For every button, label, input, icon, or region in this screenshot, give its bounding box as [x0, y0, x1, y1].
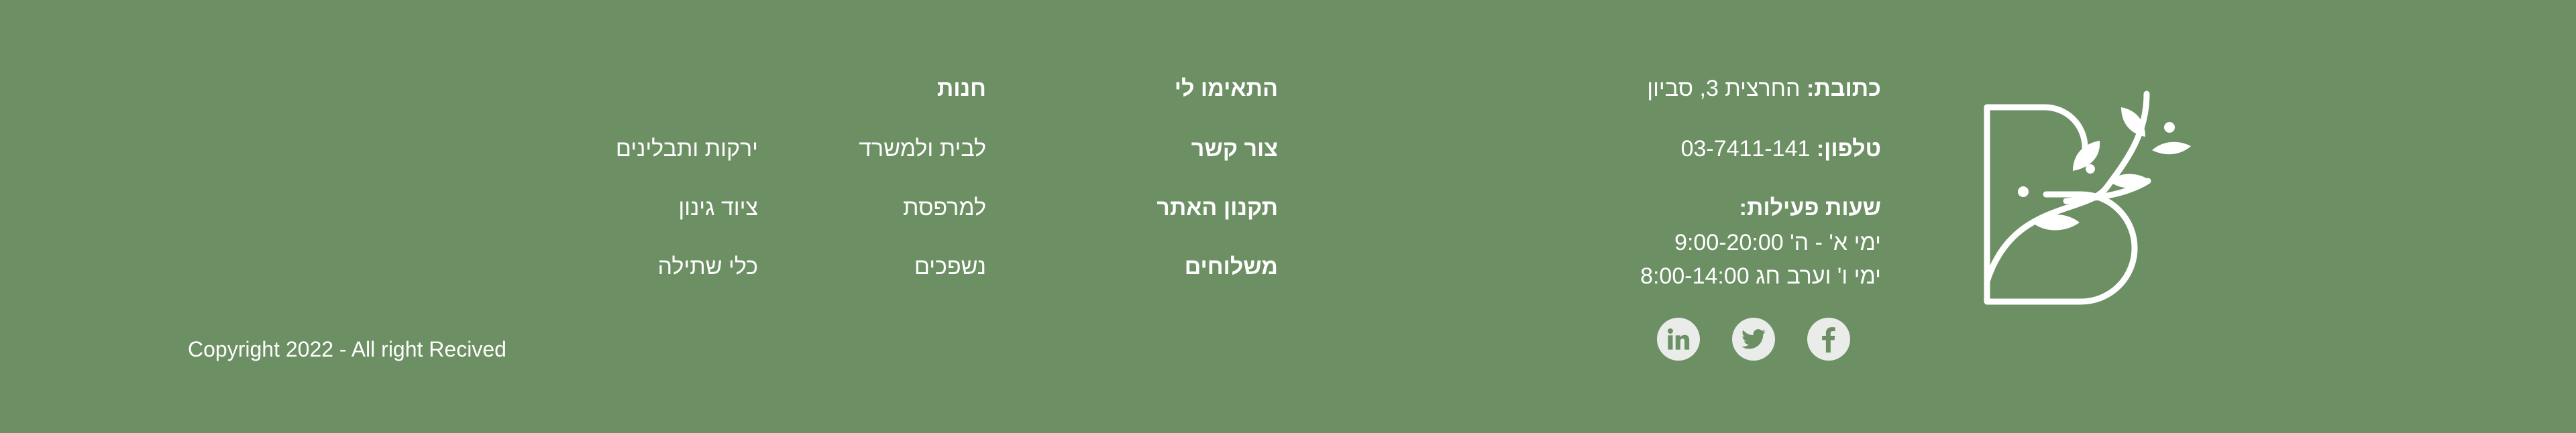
phone-value[interactable]: 03-7411-141	[1681, 136, 1811, 162]
facebook-link[interactable]	[1807, 318, 1850, 361]
nav-item-shipping[interactable]: משלוחים	[1185, 253, 1278, 280]
address-value: החרצית 3, סביון	[1647, 76, 1801, 101]
hours-label: :שעות פעילות	[1739, 195, 1881, 221]
address-line: כתובת: החרצית 3, סביון	[1647, 75, 1881, 102]
twitter-link[interactable]	[1732, 318, 1775, 361]
shop-item-balcony[interactable]: למרפסת	[903, 194, 986, 221]
brand-logo[interactable]	[1972, 80, 2207, 315]
shop-item-planting-pots[interactable]: כלי שתילה	[658, 253, 758, 280]
shop-item-hanging[interactable]: נשפכים	[914, 253, 986, 280]
shop-title[interactable]: חנות	[937, 75, 986, 102]
nav-title[interactable]: התאימו לי	[1175, 75, 1278, 102]
hours-friday: ימי ו' וערב חג 8:00-14:00	[1640, 263, 1881, 289]
address-label: כתובת:	[1807, 76, 1881, 101]
twitter-icon	[1741, 329, 1766, 349]
linkedin-link[interactable]	[1657, 318, 1700, 361]
shop-item-gardening-equipment[interactable]: ציוד גינון	[678, 194, 758, 221]
linkedin-icon	[1667, 328, 1690, 350]
phone-label: טלפון:	[1816, 136, 1881, 162]
leaf-b-logo-icon	[1984, 90, 2191, 305]
nav-item-contact[interactable]: צור קשר	[1191, 135, 1278, 162]
facebook-icon	[1822, 327, 1835, 353]
copyright-text: Copyright 2022 - All right Recived	[188, 337, 506, 361]
nav-item-terms[interactable]: תקנון האתר	[1157, 194, 1278, 221]
hours-weekday: ימי א' - ה' 9:00-20:00	[1674, 230, 1881, 255]
shop-item-home-office[interactable]: לבית ולמשרד	[859, 135, 986, 162]
phone-line[interactable]: טלפון: 03-7411-141	[1681, 135, 1881, 162]
shop-item-vegetables-herbs[interactable]: ירקות ותבלינים	[616, 135, 758, 162]
